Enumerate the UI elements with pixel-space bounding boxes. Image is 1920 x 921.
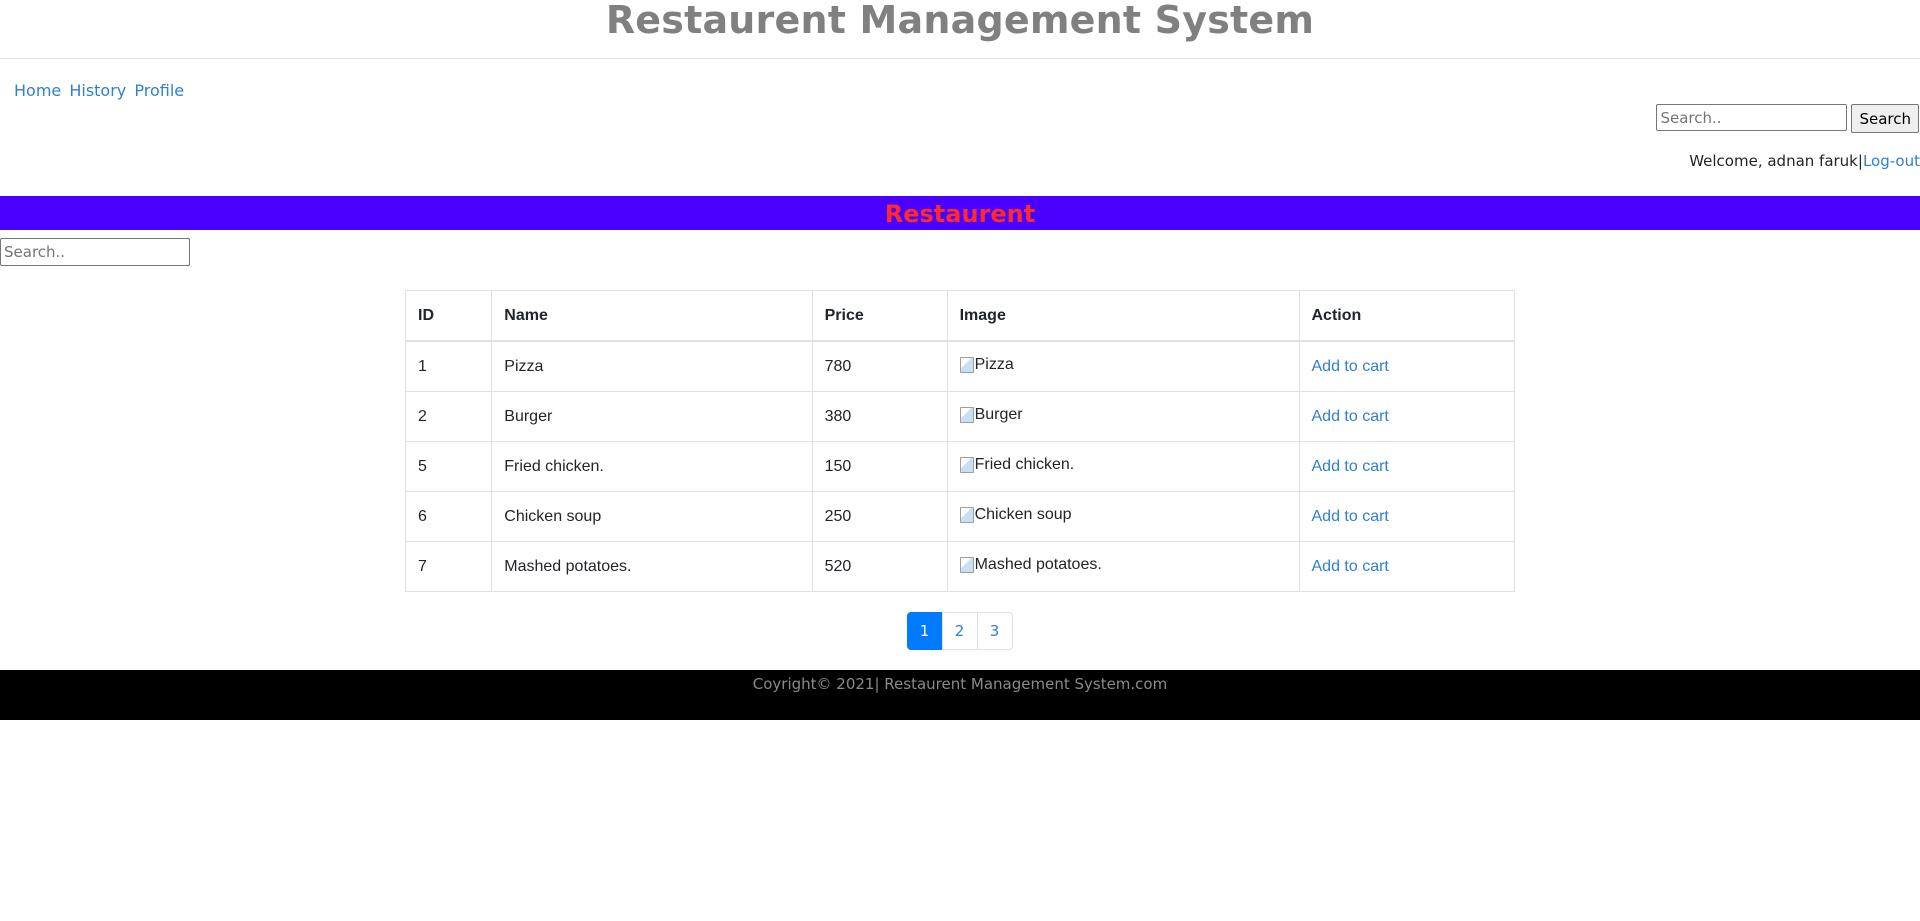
cell-price: 150 — [811, 441, 948, 492]
footer-copyright: Coyright© 2021| Restaurent Management Sy… — [752, 675, 1168, 693]
column-header-name: Name — [491, 290, 813, 342]
column-header-action: Action — [1298, 290, 1515, 342]
cell-price: 380 — [811, 391, 948, 442]
pagination: 1 2 3 — [0, 612, 1920, 650]
main-nav: Home History Profile — [14, 81, 187, 100]
food-image: Mashed potatoes. — [959, 555, 1102, 574]
cell-action: Add to cart — [1298, 391, 1515, 442]
nav-history-link[interactable]: History — [69, 81, 126, 100]
section-banner: Restaurent — [0, 196, 1920, 230]
top-search-form: Search — [1656, 104, 1919, 133]
broken-image-icon — [959, 406, 974, 423]
cell-id: 2 — [404, 391, 493, 442]
cell-image: Mashed potatoes. — [946, 541, 1300, 592]
table-filter — [0, 238, 1920, 266]
food-image: Pizza — [959, 355, 1014, 374]
cell-id: 1 — [404, 340, 493, 392]
nav-profile-link[interactable]: Profile — [134, 81, 184, 100]
broken-image-icon — [959, 556, 974, 573]
column-header-id: ID — [404, 290, 493, 342]
image-alt-text: Burger — [974, 405, 1023, 423]
broken-image-icon — [959, 456, 974, 473]
user-welcome: Welcome, adnan faruk|Log-out — [1689, 152, 1920, 170]
cell-action: Add to cart — [1298, 491, 1515, 542]
top-search-button[interactable]: Search — [1851, 104, 1919, 133]
cell-image: Burger — [946, 391, 1300, 442]
image-alt-text: Pizza — [974, 355, 1014, 373]
nav-home-link[interactable]: Home — [14, 81, 61, 100]
page-link-3[interactable]: 3 — [976, 612, 1013, 650]
add-to-cart-link[interactable]: Add to cart — [1312, 408, 1389, 425]
cell-action: Add to cart — [1298, 340, 1515, 392]
table-row: 7 Mashed potatoes. 520 Mashed potatoes. … — [404, 541, 1515, 592]
image-alt-text: Fried chicken. — [974, 455, 1075, 473]
table-row: 5 Fried chicken. 150 Fried chicken. Add … — [404, 441, 1515, 492]
cell-price: 780 — [811, 340, 948, 392]
cell-id: 5 — [404, 441, 493, 492]
cell-name: Chicken soup — [491, 491, 813, 542]
top-search-input[interactable] — [1656, 104, 1848, 131]
page-link-2[interactable]: 2 — [941, 612, 978, 650]
logout-link[interactable]: Log-out — [1863, 152, 1920, 170]
image-alt-text: Chicken soup — [974, 505, 1072, 523]
table-row: 6 Chicken soup 250 Chicken soup Add to c… — [404, 491, 1515, 542]
food-image: Chicken soup — [959, 505, 1072, 524]
cell-price: 520 — [811, 541, 948, 592]
site-header: Restaurent Management System — [0, 0, 1920, 59]
cell-name: Pizza — [491, 340, 813, 392]
cell-image: Chicken soup — [946, 491, 1300, 542]
top-bar: Home History Profile Search Welcome, adn… — [0, 59, 1920, 196]
cell-name: Fried chicken. — [491, 441, 813, 492]
food-image: Burger — [959, 405, 1023, 424]
table-search-input[interactable] — [0, 238, 190, 266]
cell-price: 250 — [811, 491, 948, 542]
table-row: 2 Burger 380 Burger Add to cart — [404, 391, 1515, 442]
table-row: 1 Pizza 780 Pizza Add to cart — [404, 340, 1515, 392]
column-header-image: Image — [946, 290, 1300, 342]
image-alt-text: Mashed potatoes. — [974, 555, 1102, 573]
page-link-1[interactable]: 1 — [906, 612, 943, 650]
cell-id: 6 — [404, 491, 493, 542]
add-to-cart-link[interactable]: Add to cart — [1312, 558, 1389, 575]
cell-name: Mashed potatoes. — [491, 541, 813, 592]
menu-table: ID Name Price Image Action 1 Pizza 780 P… — [404, 290, 1515, 592]
table-header-row: ID Name Price Image Action — [404, 290, 1515, 342]
column-header-price: Price — [811, 290, 948, 342]
cell-action: Add to cart — [1298, 441, 1515, 492]
banner-title: Restaurent — [884, 200, 1036, 228]
cell-image: Fried chicken. — [946, 441, 1300, 492]
add-to-cart-link[interactable]: Add to cart — [1312, 458, 1389, 475]
broken-image-icon — [959, 356, 974, 373]
add-to-cart-link[interactable]: Add to cart — [1312, 508, 1389, 525]
cell-name: Burger — [491, 391, 813, 442]
site-footer: Coyright© 2021| Restaurent Management Sy… — [0, 670, 1920, 720]
broken-image-icon — [959, 506, 974, 523]
add-to-cart-link[interactable]: Add to cart — [1312, 358, 1389, 375]
cell-action: Add to cart — [1298, 541, 1515, 592]
cell-image: Pizza — [946, 340, 1300, 392]
food-image: Fried chicken. — [959, 455, 1075, 474]
site-title: Restaurent Management System — [605, 0, 1315, 42]
cell-id: 7 — [404, 541, 493, 592]
welcome-text: Welcome, adnan faruk — [1689, 152, 1858, 170]
